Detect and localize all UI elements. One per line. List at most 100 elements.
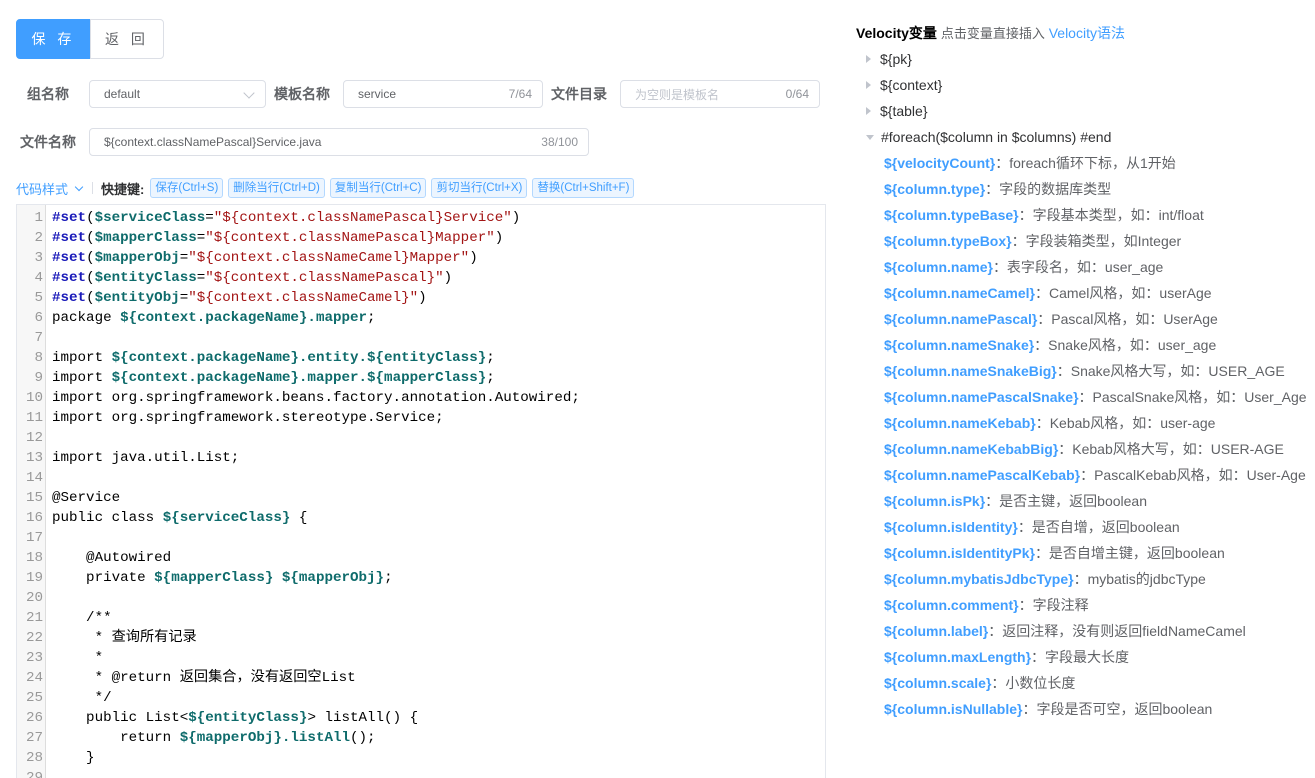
code-line[interactable]: 21 /**	[17, 608, 825, 628]
code-line[interactable]: 10 import org.springframework.beans.facto…	[17, 388, 825, 408]
variable-item[interactable]: ${column.typeBox}：字段装箱类型，如Integer	[884, 228, 1181, 254]
code-line[interactable]: 22 * 查询所有记录	[17, 628, 825, 648]
variable-name[interactable]: ${column.isNullable}	[884, 701, 1022, 717]
variable-item[interactable]: ${velocityCount}：foreach循环下标，从1开始	[884, 150, 1176, 176]
code-line[interactable]: 18 @Autowired	[17, 548, 825, 568]
back-button[interactable]: 返 回	[90, 19, 164, 59]
code-line[interactable]: 4 #set($entityClass="${context.classNameP…	[17, 268, 825, 288]
code-line[interactable]: 24 * @return 返回集合，没有返回空List	[17, 668, 825, 688]
code-line[interactable]: 23 *	[17, 648, 825, 668]
variable-name[interactable]: ${column.isPk}	[884, 493, 985, 509]
code-line[interactable]: 13 import java.util.List;	[17, 448, 825, 468]
code-token: package	[52, 310, 121, 326]
template-name-input[interactable]: service 7/64	[343, 80, 543, 108]
code-line[interactable]: 5 #set($entityObj="${context.classNameCam…	[17, 288, 825, 308]
code-token: )	[511, 210, 521, 226]
variable-item[interactable]: ${column.nameKebab}：Kebab风格，如：user-age	[884, 410, 1215, 436]
code-line[interactable]: 27 return ${mapperObj}.listAll();	[17, 728, 825, 748]
variable-item[interactable]: ${column.isIdentity}：是否自增，返回boolean	[884, 514, 1180, 540]
code-line[interactable]: 11 import org.springframework.stereotype.…	[17, 408, 825, 428]
code-line[interactable]: 12	[17, 428, 825, 448]
variable-name[interactable]: ${column.nameCamel}	[884, 285, 1035, 301]
code-line[interactable]: 6 package ${context.packageName}.mapper;	[17, 308, 825, 328]
variable-item[interactable]: ${column.isPk}：是否主键，返回boolean	[884, 488, 1147, 514]
shortcut-delete-line-tag[interactable]: 删除当行(Ctrl+D)	[228, 178, 325, 198]
code-line[interactable]: 1 #set($serviceClass="${context.className…	[17, 208, 825, 228]
code-line[interactable]: 28 }	[17, 748, 825, 768]
code-line[interactable]: 19 private ${mapperClass} ${mapperObj};	[17, 568, 825, 588]
tree-node-context[interactable]: ${context}	[866, 72, 942, 98]
variable-item[interactable]: ${column.label}：返回注释，没有则返回fieldNameCamel	[884, 618, 1246, 644]
variable-item[interactable]: ${column.scale}：小数位长度	[884, 670, 1075, 696]
code-line[interactable]: 26 public List<${entityClass}> listAll()…	[17, 708, 825, 728]
variable-item[interactable]: ${column.isNullable}：字段是否可空，返回boolean	[884, 696, 1212, 722]
variable-name[interactable]: ${column.name}	[884, 259, 993, 275]
shortcut-cut-line-tag[interactable]: 剪切当行(Ctrl+X)	[431, 178, 528, 198]
variable-name[interactable]: ${column.isIdentityPk}	[884, 545, 1035, 561]
variable-name[interactable]: ${column.namePascalSnake}	[884, 389, 1079, 405]
code-line[interactable]: 17	[17, 528, 825, 548]
variable-item[interactable]: ${column.name}：表字段名，如：user_age	[884, 254, 1163, 280]
code-line[interactable]: 9 import ${context.packageName}.mapper.${…	[17, 368, 825, 388]
code-line[interactable]: 14	[17, 468, 825, 488]
variable-name[interactable]: ${column.namePascal}	[884, 311, 1037, 327]
variable-item[interactable]: ${column.nameSnakeBig}：Snake风格大写，如：USER_…	[884, 358, 1285, 384]
variable-name[interactable]: ${column.nameSnake}	[884, 337, 1034, 353]
code-line[interactable]: 25 */	[17, 688, 825, 708]
variable-name[interactable]: ${column.comment}	[884, 597, 1019, 613]
variable-name[interactable]: ${column.typeBox}	[884, 233, 1012, 249]
variable-name[interactable]: ${column.maxLength}	[884, 649, 1031, 665]
code-editor[interactable]: 1 #set($serviceClass="${context.className…	[16, 204, 826, 778]
variable-item[interactable]: ${column.typeBase}：字段基本类型，如：int/float	[884, 202, 1204, 228]
variable-name[interactable]: ${column.isIdentity}	[884, 519, 1018, 535]
code-line[interactable]: 16 public class ${serviceClass} {	[17, 508, 825, 528]
shortcut-save-tag[interactable]: 保存(Ctrl+S)	[150, 178, 224, 198]
variable-item[interactable]: ${column.maxLength}：字段最大长度	[884, 644, 1129, 670]
variable-name[interactable]: ${column.typeBase}	[884, 207, 1019, 223]
code-style-dropdown[interactable]: 代码样式	[16, 179, 84, 198]
tree-node-pk[interactable]: ${pk}	[866, 46, 912, 72]
code-line[interactable]: 29	[17, 768, 825, 778]
code-token: (	[86, 210, 95, 226]
code-line[interactable]: 3 #set($mapperObj="${context.classNameCam…	[17, 248, 825, 268]
shortcut-replace-tag[interactable]: 替换(Ctrl+Shift+F)	[532, 178, 635, 198]
variable-name[interactable]: ${column.type}	[884, 181, 985, 197]
code-token: ${context.packageName}.mapper.${mapperCl…	[111, 370, 487, 386]
code-token: "${context.classNameCamel}Mapper"	[188, 250, 470, 266]
tree-node-foreach[interactable]: #foreach($column in $columns) #end	[866, 124, 1111, 150]
variable-description: ：Snake风格，如：user_age	[1034, 337, 1217, 353]
code-line[interactable]: 7	[17, 328, 825, 348]
variable-name[interactable]: ${column.nameSnakeBig}	[884, 363, 1057, 379]
tree-node-table[interactable]: ${table}	[866, 98, 928, 124]
code-line[interactable]: 20	[17, 588, 825, 608]
velocity-syntax-link[interactable]: Velocity语法	[1049, 25, 1125, 41]
code-line[interactable]: 15 @Service	[17, 488, 825, 508]
dir-input[interactable]: 为空则是模板名 0/64	[620, 80, 820, 108]
variable-item[interactable]: ${column.isIdentityPk}：是否自增主键，返回boolean	[884, 540, 1225, 566]
group-select[interactable]: default	[89, 80, 266, 108]
code-line[interactable]: 8 import ${context.packageName}.entity.${…	[17, 348, 825, 368]
variable-name[interactable]: ${column.nameKebab}	[884, 415, 1036, 431]
variable-item[interactable]: ${column.nameCamel}：Camel风格，如：userAge	[884, 280, 1212, 306]
variable-item[interactable]: ${column.namePascalSnake}：PascalSnake风格，…	[884, 384, 1307, 410]
variable-name[interactable]: ${column.label}	[884, 623, 988, 639]
variable-item[interactable]: ${column.comment}：字段注释	[884, 592, 1089, 618]
variable-item[interactable]: ${column.type}：字段的数据库类型	[884, 176, 1111, 202]
variable-item[interactable]: ${column.mybatisJdbcType}：mybatis的jdbcTy…	[884, 566, 1206, 592]
variable-item[interactable]: ${column.nameKebabBig}：Kebab风格大写，如：USER-…	[884, 436, 1284, 462]
file-name-input[interactable]: ${context.classNamePascal}Service.java 3…	[89, 128, 589, 156]
variable-item[interactable]: ${column.nameSnake}：Snake风格，如：user_age	[884, 332, 1216, 358]
code-token: import org.springframework.beans.factory…	[52, 390, 580, 406]
chevron-down-icon	[243, 87, 255, 99]
shortcut-copy-line-tag[interactable]: 复制当行(Ctrl+C)	[329, 178, 427, 198]
variable-name[interactable]: ${column.namePascalKebab}	[884, 467, 1080, 483]
variable-item[interactable]: ${column.namePascalKebab}：PascalKebab风格，…	[884, 462, 1306, 488]
variable-name[interactable]: ${column.nameKebabBig}	[884, 441, 1058, 457]
variable-name[interactable]: ${column.scale}	[884, 675, 991, 691]
variable-name[interactable]: ${velocityCount}	[884, 155, 995, 171]
code-line[interactable]: 2 #set($mapperClass="${context.classNameP…	[17, 228, 825, 248]
save-button[interactable]: 保 存	[16, 19, 91, 59]
variable-item[interactable]: ${column.namePascal}：Pascal风格，如：UserAge	[884, 306, 1218, 332]
variable-name[interactable]: ${column.mybatisJdbcType}	[884, 571, 1074, 587]
variable-description: ：字段最大长度	[1031, 649, 1130, 665]
